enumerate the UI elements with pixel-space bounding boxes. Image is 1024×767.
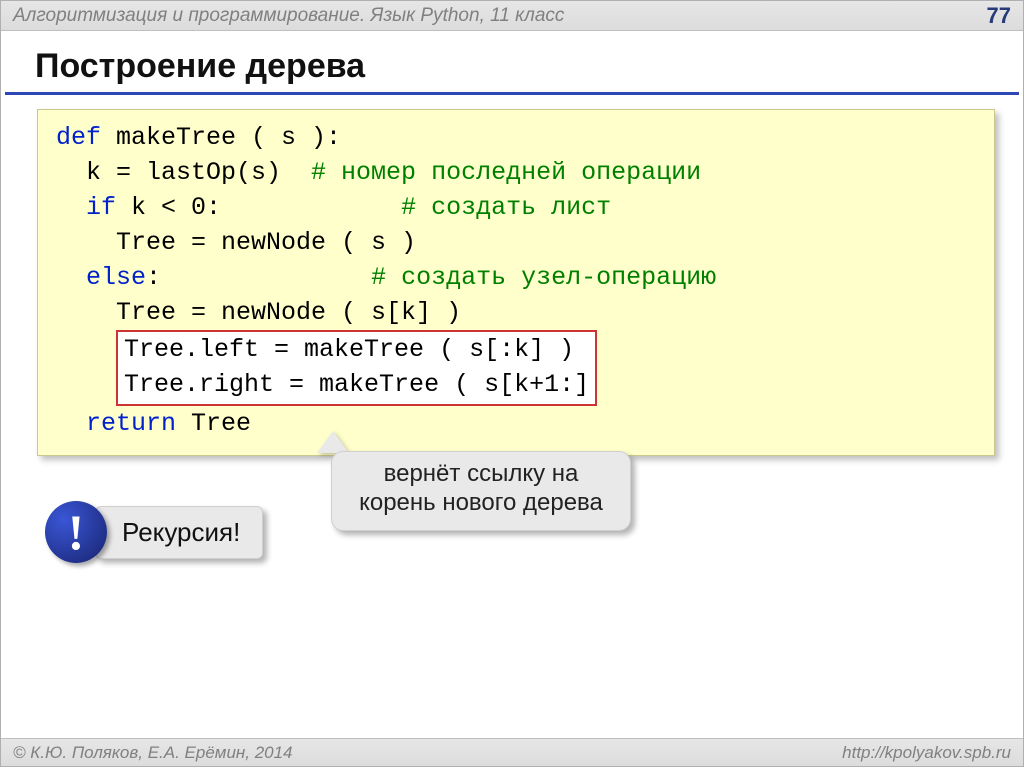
code-line: return Tree <box>56 406 976 441</box>
comment: # номер последней операции <box>311 158 701 187</box>
code-indent <box>56 409 86 438</box>
code-line: k = lastOp(s) # номер последней операции <box>56 155 976 190</box>
footer-bar: © К.Ю. Поляков, Е.А. Ерёмин, 2014 http:/… <box>1 738 1023 766</box>
code-line: if k < 0: # создать лист <box>56 190 976 225</box>
code-indent <box>56 193 86 222</box>
exclamation-icon: ! <box>45 501 107 563</box>
code-line: Tree = newNode ( s ) <box>56 225 976 260</box>
code-line: Tree.left = makeTree ( s[:k] ) Tree.right… <box>56 330 976 406</box>
code-text: Tree = newNode ( s[k] ) <box>56 298 461 327</box>
callout-arrow <box>317 431 349 453</box>
badge-label: Рекурсия! <box>95 506 263 559</box>
code-indent <box>56 263 86 292</box>
keyword-def: def <box>56 123 101 152</box>
page-number: 77 <box>987 3 1011 29</box>
comment: # создать лист <box>401 193 611 222</box>
keyword-return: return <box>86 409 176 438</box>
footer-link: http://kpolyakov.spb.ru <box>842 743 1011 763</box>
code-text: Tree.right = makeTree ( s[k+1:] <box>124 370 589 399</box>
breadcrumb: Алгоритмизация и программирование. Язык … <box>13 5 564 27</box>
keyword-if: if <box>86 193 116 222</box>
code-text: makeTree ( s ): <box>101 123 341 152</box>
code-text: Tree <box>176 409 251 438</box>
slide: Алгоритмизация и программирование. Язык … <box>0 0 1024 767</box>
recursion-badge: ! Рекурсия! <box>45 501 263 563</box>
code-line: def makeTree ( s ): <box>56 120 976 155</box>
code-block: def makeTree ( s ): k = lastOp(s) # номе… <box>37 109 995 456</box>
keyword-else: else <box>86 263 146 292</box>
comment: # создать узел-операцию <box>371 263 716 292</box>
code-line: Tree = newNode ( s[k] ) <box>56 295 976 330</box>
code-line: else: # создать узел-операцию <box>56 260 976 295</box>
copyright-text: © К.Ю. Поляков, Е.А. Ерёмин, 2014 <box>13 743 293 763</box>
slide-title: Построение дерева <box>5 31 1019 95</box>
code-text: k < 0: <box>116 193 401 222</box>
code-text: Tree = newNode ( s ) <box>56 228 416 257</box>
code-text: Tree.left = makeTree ( s[:k] ) <box>124 335 574 364</box>
header-bar: Алгоритмизация и программирование. Язык … <box>1 1 1023 31</box>
highlight-box: Tree.left = makeTree ( s[:k] ) Tree.right… <box>116 330 597 406</box>
callout-tooltip: вернёт ссылку на корень нового дерева <box>331 451 631 531</box>
code-text: : <box>146 263 371 292</box>
code-text: k = lastOp(s) <box>56 158 311 187</box>
